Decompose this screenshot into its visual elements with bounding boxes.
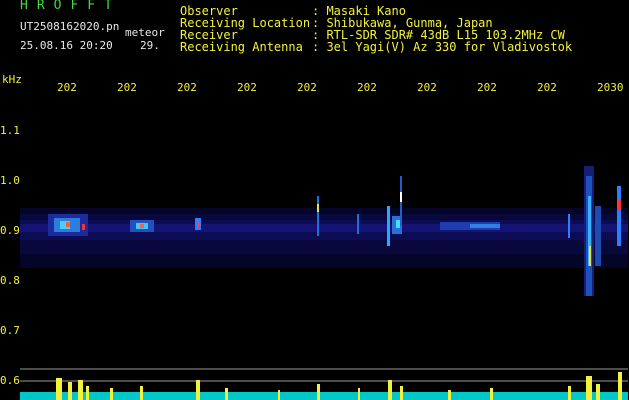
y-tick-label: 0.6: [0, 374, 20, 387]
y-tick-label: 1.1: [0, 124, 20, 137]
y-tick-label: 0.8: [0, 274, 20, 287]
seconds-label: 29.: [140, 39, 160, 52]
filename-label: UT2508162020.pn: [20, 20, 120, 33]
x-tick-label: 202: [237, 81, 257, 94]
x-tick-label: 202: [357, 81, 377, 94]
type-label: meteor: [125, 26, 165, 39]
x-tick-label: 202: [537, 81, 557, 94]
meteor-echo-blob: [48, 214, 88, 236]
y-tick-label: 1.0: [0, 174, 20, 187]
x-tick-label: 202: [297, 81, 317, 94]
x-tick-label: 202: [417, 81, 437, 94]
x-tick-label: 202: [57, 81, 77, 94]
amplitude-bars: [20, 372, 628, 400]
spectrogram-waterfall: [20, 166, 628, 400]
antenna-label: Receiving Antenna: [180, 40, 303, 54]
y-tick-label: 0.7: [0, 324, 20, 337]
datetime-label: 25.08.16 20:20: [20, 39, 113, 52]
unit-label: kHz: [2, 73, 22, 86]
antenna-value: : 3el Yagi(V) Az 330 for Vladivostok: [312, 40, 573, 54]
y-tick-label: 0.9: [0, 224, 20, 237]
x-tick-label: 202: [177, 81, 197, 94]
grid-lines: [20, 368, 628, 382]
hrofft-brand: HROFFT: [20, 0, 121, 13]
x-tick-label: 202: [477, 81, 497, 94]
noise-band: [20, 208, 628, 268]
x-tick-label: 2030: [597, 81, 624, 94]
x-tick-label: 202: [117, 81, 137, 94]
